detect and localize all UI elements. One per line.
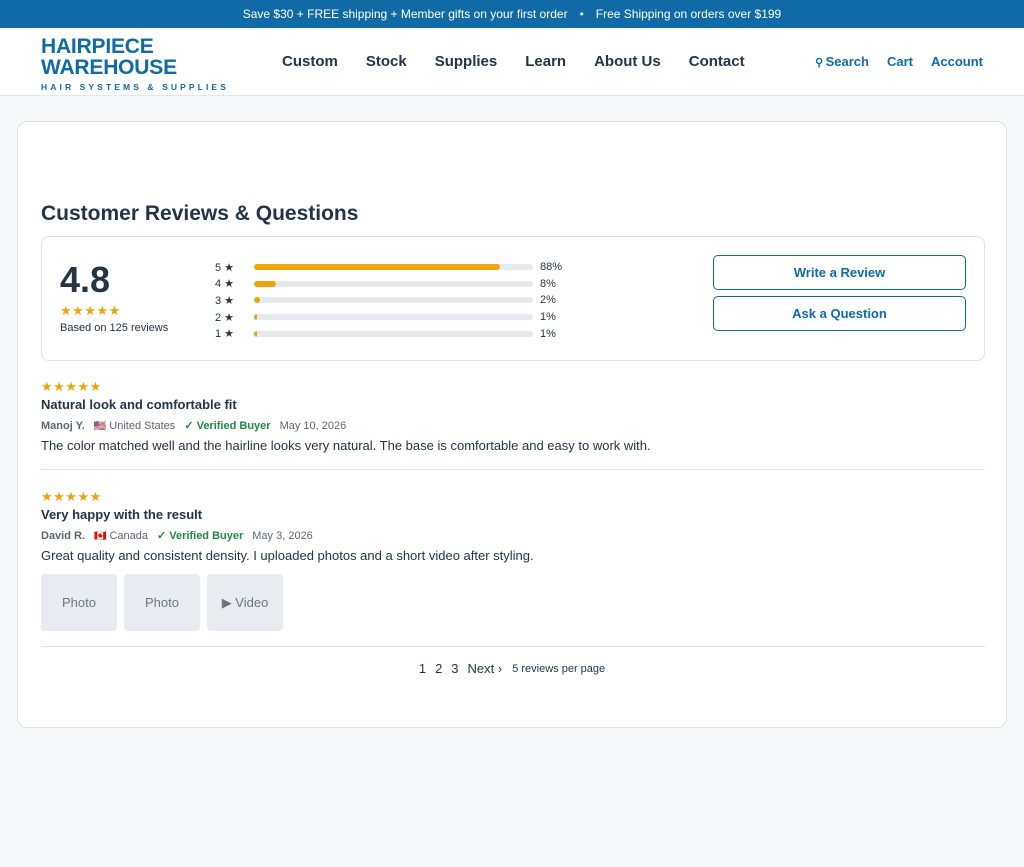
next-page-link[interactable]: Next › — [468, 661, 503, 676]
promo-banner: Save $30 + FREE shipping + Member gifts … — [0, 0, 1024, 28]
verified-buyer-badge: ✓ Verified Buyer — [157, 530, 244, 542]
nav-supplies[interactable]: Supplies — [435, 53, 498, 70]
rating-label: 4 ★ — [215, 278, 235, 291]
reviews-per-page: 5 reviews per page — [512, 662, 606, 675]
average-rating: 4.8 — [60, 259, 111, 300]
average-stars-icon: ★★★★★ — [60, 303, 121, 318]
account-link[interactable]: Account — [931, 54, 983, 69]
section-title: Customer Reviews & Questions — [41, 202, 359, 225]
utility-nav: ⚲ Search Cart Account — [815, 28, 983, 94]
rating-bar-fill — [254, 280, 277, 287]
write-review-button[interactable]: Write a Review — [713, 255, 966, 290]
rating-bar-fill — [254, 297, 260, 304]
rating-label: 2 ★ — [215, 311, 235, 324]
review-divider — [41, 469, 985, 470]
review-author: Manoj Y. — [41, 419, 85, 432]
main-nav: Custom Stock Supplies Learn About Us Con… — [282, 28, 745, 94]
review-date: May 3, 2026 — [252, 529, 313, 542]
rating-percent: 8% — [540, 277, 556, 290]
review-meta: Manoj Y. 🇺🇸 United States ✓ Verified Buye… — [41, 419, 985, 433]
review-title: Very happy with the result — [41, 507, 203, 522]
review-photo-thumbnail[interactable]: Photo — [124, 574, 200, 631]
rating-label: 5 ★ — [215, 261, 235, 274]
rating-label: 1 ★ — [215, 328, 235, 341]
review-body: The color matched well and the hairline … — [41, 438, 651, 453]
rating-row-4[interactable]: 4 ★ 8% — [215, 276, 580, 293]
page-2[interactable]: 2 — [435, 661, 442, 676]
pagination-divider — [41, 646, 985, 647]
nav-stock[interactable]: Stock — [366, 53, 407, 70]
page-1[interactable]: 1 — [419, 661, 426, 676]
review-country-name: United States — [109, 419, 176, 432]
rating-bar-track — [254, 280, 533, 287]
review-country: 🇨🇦 Canada — [94, 530, 148, 542]
review-media: Photo Photo ▶ Video — [41, 574, 985, 631]
review-item: ★★★★★ Very happy with the result David R… — [41, 490, 985, 631]
rating-row-2[interactable]: 2 ★ 1% — [215, 309, 580, 326]
rating-distribution: 5 ★ 88% 4 ★ 8% 3 ★ 2% 2 ★ 1% 1 ★ 1% — [215, 259, 580, 342]
rating-bar-fill — [254, 330, 257, 337]
logo-line-2: WAREHOUSE — [41, 56, 177, 79]
review-photo-thumbnail[interactable]: Photo — [41, 574, 117, 631]
page-3[interactable]: 3 — [451, 661, 458, 676]
rating-bar-fill — [254, 314, 257, 321]
review-video-thumbnail[interactable]: ▶ Video — [207, 574, 283, 631]
logo-tagline: HAIR SYSTEMS & SUPPLIES — [41, 82, 229, 92]
ask-question-button[interactable]: Ask a Question — [713, 296, 966, 331]
review-country: 🇺🇸 United States — [94, 420, 176, 432]
reviews-card: Customer Reviews & Questions 4.8 ★★★★★ B… — [17, 121, 1007, 728]
nav-custom[interactable]: Custom — [282, 53, 338, 70]
search-icon: ⚲ — [814, 56, 823, 69]
review-date: May 10, 2026 — [279, 419, 347, 432]
search-link[interactable]: ⚲ Search — [815, 54, 869, 69]
rating-summary: 4.8 ★★★★★ Based on 125 reviews 5 ★ 88% 4… — [41, 236, 985, 361]
cart-link[interactable]: Cart — [887, 54, 913, 69]
review-count: Based on 125 reviews — [60, 322, 169, 334]
rating-bar-track — [254, 264, 533, 271]
site-logo[interactable]: HAIRPIECE WAREHOUSE HAIR SYSTEMS & SUPPL… — [41, 36, 229, 92]
review-body: Great quality and consistent density. I … — [41, 548, 534, 563]
review-stars-icon: ★★★★★ — [41, 489, 102, 504]
logo-line-1: HAIRPIECE — [41, 35, 154, 58]
nav-learn[interactable]: Learn — [525, 53, 566, 70]
rating-label: 3 ★ — [215, 294, 235, 307]
canada-flag-icon: 🇨🇦 — [94, 530, 107, 542]
promo-separator: • — [579, 7, 584, 21]
promo-offer-text: Save $30 + FREE shipping + Member gifts … — [242, 7, 568, 21]
rating-bar-track — [254, 297, 533, 304]
search-label: Search — [825, 53, 869, 69]
review-stars-icon: ★★★★★ — [41, 379, 102, 394]
nav-about-us[interactable]: About Us — [594, 53, 661, 70]
pagination: 1 2 3 Next › 5 reviews per page — [18, 661, 1006, 676]
promo-shipping-text: Free Shipping on orders over $199 — [595, 7, 782, 21]
rating-bar-track — [254, 330, 533, 337]
us-flag-icon: 🇺🇸 — [93, 420, 107, 432]
rating-percent: 1% — [540, 311, 556, 324]
rating-bar-track — [254, 314, 533, 321]
rating-percent: 2% — [540, 294, 556, 307]
review-meta: David R. 🇨🇦 Canada ✓ Verified Buyer May 3… — [41, 529, 985, 543]
rating-row-5[interactable]: 5 ★ 88% — [215, 259, 580, 276]
rating-percent: 88% — [540, 261, 563, 274]
nav-contact[interactable]: Contact — [689, 53, 745, 70]
rating-percent: 1% — [540, 327, 556, 340]
rating-bar-fill — [254, 264, 500, 271]
rating-row-3[interactable]: 3 ★ 2% — [215, 292, 580, 309]
review-country-name: Canada — [109, 529, 149, 542]
rating-row-1[interactable]: 1 ★ 1% — [215, 325, 580, 342]
review-title: Natural look and comfortable fit — [41, 397, 237, 412]
review-item: ★★★★★ Natural look and comfortable fit M… — [41, 379, 985, 454]
site-header: HAIRPIECE WAREHOUSE HAIR SYSTEMS & SUPPL… — [0, 28, 1024, 96]
review-author: David R. — [41, 529, 86, 542]
verified-buyer-badge: ✓ Verified Buyer — [184, 420, 271, 432]
